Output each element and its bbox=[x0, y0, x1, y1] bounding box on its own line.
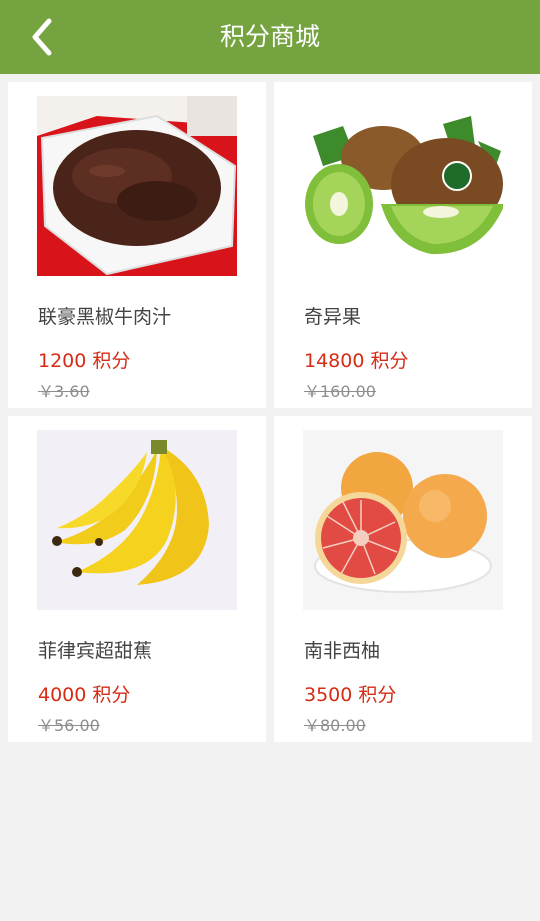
product-points: 3500 积分 bbox=[304, 684, 397, 706]
banana-image bbox=[37, 430, 237, 610]
product-name: 奇异果 bbox=[304, 306, 362, 328]
product-card[interactable]: 联豪黑椒牛肉汁 1200 积分 ￥3.60 bbox=[8, 82, 266, 408]
product-name: 菲律宾超甜蕉 bbox=[38, 640, 153, 662]
product-name: 南非西柚 bbox=[304, 640, 381, 662]
product-card[interactable]: 南非西柚 3500 积分 ￥80.00 bbox=[274, 416, 532, 742]
product-points: 4000 积分 bbox=[38, 684, 131, 706]
product-points: 1200 积分 bbox=[38, 350, 131, 372]
beef-sauce-image bbox=[37, 96, 237, 276]
grapefruit-image bbox=[303, 430, 503, 610]
kiwi-image bbox=[303, 96, 503, 276]
product-name: 联豪黑椒牛肉汁 bbox=[38, 306, 172, 328]
page-title: 积分商城 bbox=[219, 22, 320, 51]
product-original-price: ￥56.00 bbox=[38, 716, 100, 735]
app-header: 积分商城 bbox=[0, 0, 540, 74]
product-original-price: ￥160.00 bbox=[304, 382, 376, 401]
product-original-price: ￥80.00 bbox=[304, 716, 366, 735]
product-card[interactable]: 奇异果 14800 积分 ￥160.00 bbox=[274, 82, 532, 408]
product-card[interactable]: 菲律宾超甜蕉 4000 积分 ￥56.00 bbox=[8, 416, 266, 742]
product-original-price: ￥3.60 bbox=[38, 382, 90, 401]
product-points: 14800 积分 bbox=[304, 350, 409, 372]
